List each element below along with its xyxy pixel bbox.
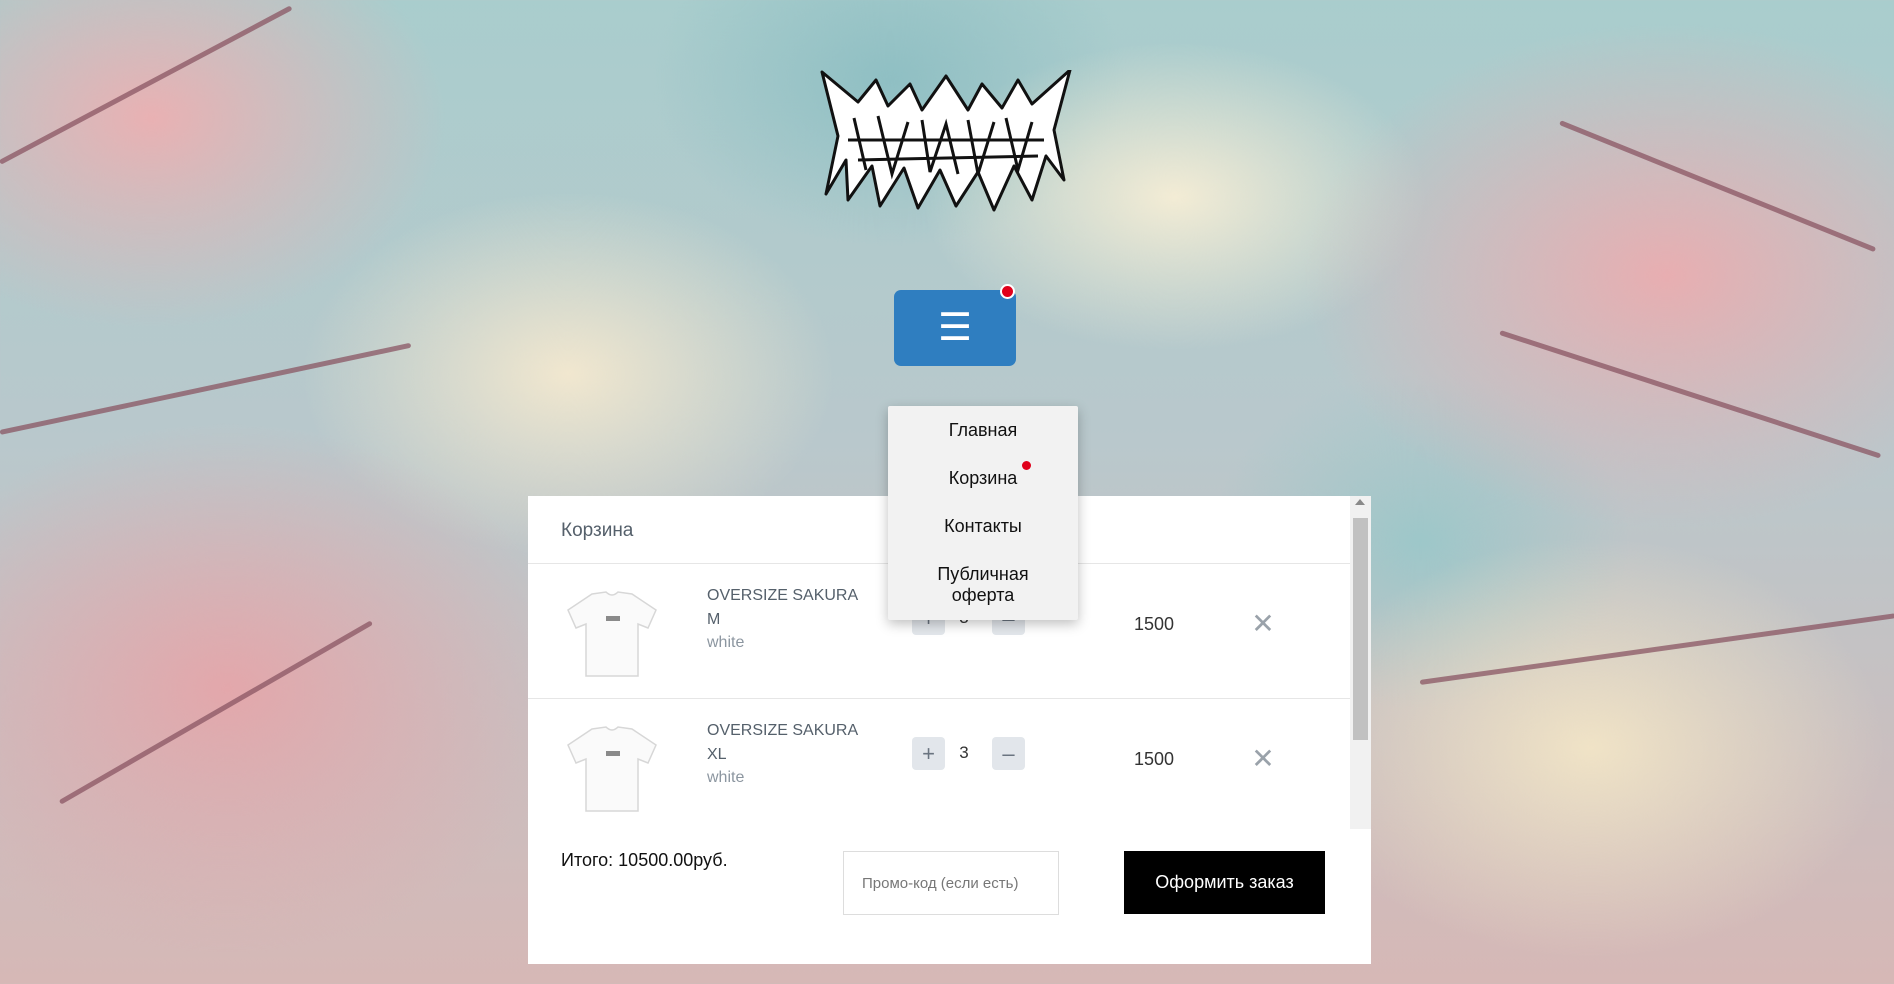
cart-total: Итого: 10500.00руб. — [561, 850, 728, 870]
product-color: white — [707, 634, 745, 651]
nav-item-home[interactable]: Главная — [888, 420, 1078, 441]
scrollbar-thumb[interactable] — [1353, 518, 1368, 740]
background-branch — [58, 620, 374, 805]
cart-item: OVERSIZE SAKURA XL white + 3 – 1500 ✕ — [528, 699, 1350, 833]
nav-item-public-offer[interactable]: Публичная оферта — [888, 564, 1078, 606]
decrease-quantity-button[interactable]: – — [992, 737, 1025, 770]
scrollbar[interactable] — [1350, 496, 1371, 829]
quantity-value: 3 — [959, 743, 969, 762]
product-name: OVERSIZE SAKURA XL — [707, 722, 859, 763]
nav-item-contacts[interactable]: Контакты — [888, 516, 1078, 537]
product-size: M — [707, 611, 721, 628]
background-branch — [1559, 120, 1877, 253]
cart-title: Корзина — [561, 520, 634, 541]
background-branch — [0, 5, 293, 165]
brand-logo[interactable] — [818, 70, 1074, 212]
scroll-up-arrow-icon[interactable] — [1355, 499, 1365, 505]
remove-item-icon[interactable]: ✕ — [1248, 608, 1278, 639]
cart-notification-dot — [1022, 461, 1031, 470]
background-branch — [0, 342, 412, 435]
hamburger-icon: ☰ — [937, 307, 973, 349]
promo-code-input[interactable] — [843, 851, 1059, 915]
background-branch — [1499, 330, 1882, 459]
nav-item-cart[interactable]: Корзина — [888, 468, 1078, 489]
product-image[interactable] — [564, 723, 660, 815]
product-price: 1500 — [1134, 749, 1175, 769]
place-order-button[interactable]: Оформить заказ — [1124, 851, 1325, 914]
product-name: OVERSIZE SAKURA M — [707, 587, 859, 628]
product-color: white — [707, 769, 745, 786]
background-branch — [1419, 613, 1894, 685]
nav-dropdown: Главная Корзина Контакты Публичная оферт… — [888, 406, 1078, 620]
product-size: XL — [707, 746, 727, 763]
increase-quantity-button[interactable]: + — [912, 737, 945, 770]
product-price: 1500 — [1134, 614, 1175, 634]
remove-item-icon[interactable]: ✕ — [1248, 743, 1278, 774]
menu-button[interactable]: ☰ — [894, 290, 1016, 366]
product-image[interactable] — [564, 588, 660, 680]
notification-dot — [1000, 284, 1015, 299]
